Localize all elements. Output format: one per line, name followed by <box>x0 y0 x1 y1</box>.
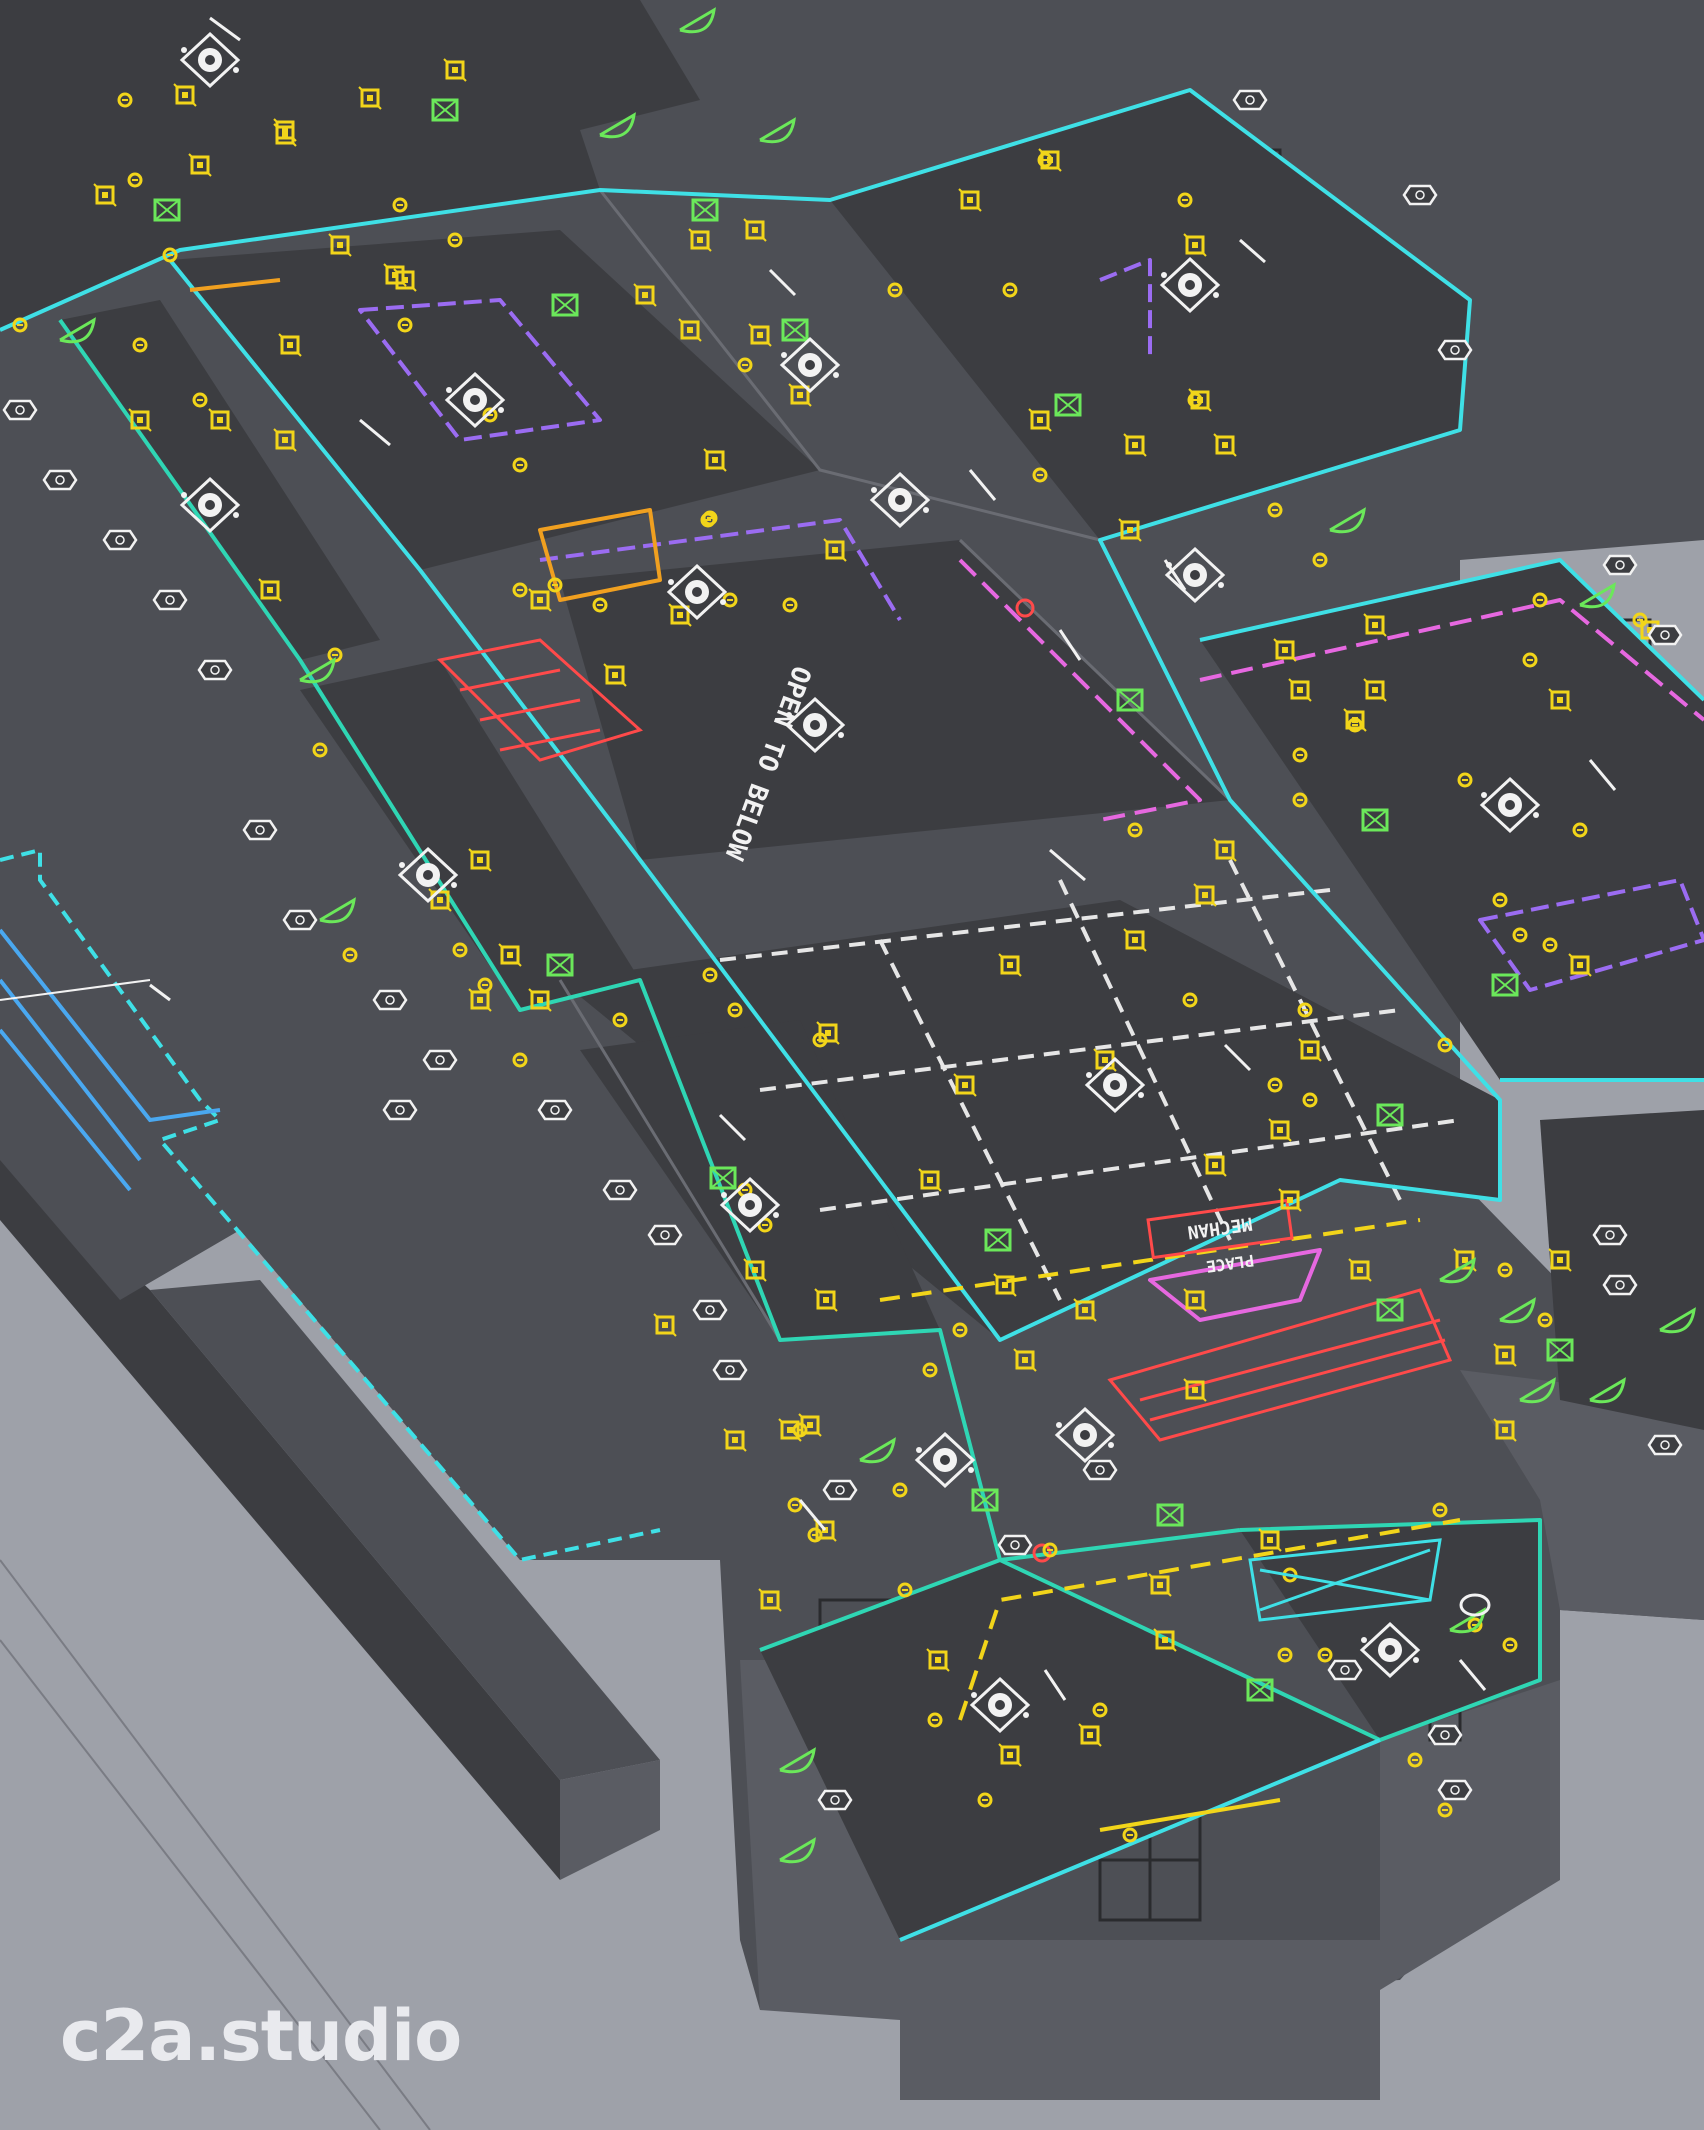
studio-watermark: c2a.studio <box>60 1995 462 2077</box>
isometric-electrical-plan: MECHAN PLACE OPEN TO BELOW <box>0 0 1704 2130</box>
